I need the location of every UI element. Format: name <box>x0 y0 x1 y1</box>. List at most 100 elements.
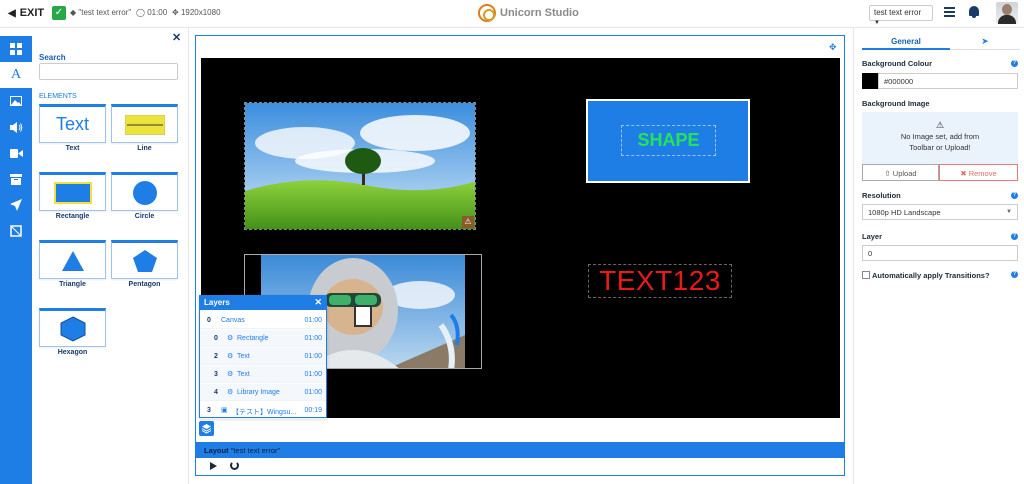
bg-colour-swatch[interactable] <box>862 73 878 89</box>
circle-shape-icon <box>132 180 157 205</box>
rail-crop[interactable] <box>0 218 32 244</box>
text-element-content: TEXT123 <box>599 265 721 296</box>
layers-panel: Layers ✕ 0 Canvas 01:00 0 ⚙ Rectangle 01… <box>199 295 327 419</box>
hexagon-shape-icon <box>60 315 85 342</box>
element-text[interactable]: Text <box>39 104 106 143</box>
text-icon: A <box>10 67 22 82</box>
avatar[interactable] <box>996 2 1018 24</box>
rail-send[interactable] <box>0 192 32 218</box>
layer-input[interactable]: 0 <box>862 245 1018 261</box>
remove-button[interactable]: ✖ Remove <box>939 164 1018 181</box>
menu-icon[interactable] <box>944 7 955 17</box>
layer-row[interactable]: 3 ▣ 【テスト】Wingsu... 00:19 <box>200 402 326 419</box>
rail-video[interactable] <box>0 140 32 166</box>
help-icon[interactable]: ? <box>1011 233 1018 240</box>
element-triangle-label: Triangle <box>59 281 86 288</box>
element-triangle[interactable] <box>39 240 106 279</box>
layer-label: Layer <box>862 232 883 241</box>
close-icon[interactable]: ✕ <box>314 297 322 308</box>
help-icon[interactable]: ? <box>1011 271 1018 278</box>
element-hexagon[interactable] <box>39 308 106 347</box>
reset-icon[interactable] <box>230 461 239 470</box>
rail-text[interactable]: A <box>0 62 32 88</box>
element-text-label: Text <box>65 145 80 152</box>
properties-panel: General ➤ Background Colour ? #000000 Ba… <box>853 28 1024 484</box>
element-circle[interactable] <box>111 172 178 211</box>
close-icon[interactable]: ✕ <box>172 31 181 44</box>
layout-icon <box>10 43 22 55</box>
transitions-label: Automatically apply Transitions? <box>872 271 990 280</box>
close-icon: ✖ <box>960 169 967 178</box>
triangle-shape-icon <box>61 250 84 271</box>
bg-image-message-line1: No Image set, add from <box>900 132 980 141</box>
move-icon: ✥ <box>172 8 179 17</box>
element-hexagon-label: Hexagon <box>57 349 88 356</box>
bg-colour-label: Background Colour <box>862 59 933 68</box>
gear-icon: ⚙ <box>227 371 234 378</box>
exit-button[interactable]: ◀ EXIT <box>8 7 44 19</box>
layout-name: ◆ "test text error" <box>70 8 132 17</box>
shape-text-box[interactable]: SHAPE <box>621 125 716 156</box>
warning-icon[interactable]: ⚠ <box>462 216 474 228</box>
element-line-label: Line <box>137 145 152 152</box>
tag-icon: ◆ <box>70 8 77 17</box>
help-icon[interactable]: ? <box>1011 60 1018 67</box>
resolution-select[interactable]: 1080p HD Landscape ▼ <box>862 204 1018 220</box>
video-file-icon: ▣ <box>221 407 228 414</box>
rail-library[interactable] <box>0 166 32 192</box>
play-icon[interactable] <box>210 462 217 470</box>
image-icon <box>10 96 22 106</box>
gear-icon: ⚙ <box>227 389 234 396</box>
upload-icon: ⇧ <box>884 169 891 178</box>
search-label: Search <box>39 53 66 62</box>
tab-general[interactable]: General <box>862 33 950 50</box>
layer-row[interactable]: 3 ⚙ Text 01:00 <box>200 366 326 383</box>
layer-row[interactable]: 0 ⚙ Rectangle 01:00 <box>200 330 326 347</box>
help-icon[interactable]: ? <box>1011 192 1018 199</box>
rail-audio[interactable] <box>0 114 32 140</box>
layout-resolution: ✥ 1920x1080 <box>172 8 221 17</box>
layout-bar-prefix: Layout <box>204 446 229 455</box>
upload-button[interactable]: ⇧ Upload <box>862 164 939 181</box>
tool-rail: A <box>0 36 32 484</box>
layer-row[interactable]: 4 ⚙ Library Image 01:00 <box>200 384 326 401</box>
move-icon[interactable]: ✥ <box>829 42 837 53</box>
rail-image[interactable] <box>0 88 32 114</box>
rail-layout[interactable] <box>0 36 32 62</box>
layout-bar-name: "test text error" <box>230 446 281 455</box>
tab-send[interactable]: ➤ <box>950 33 1020 50</box>
bell-icon[interactable] <box>969 6 979 18</box>
bg-image-dropzone[interactable]: ⚠ No Image set, add from Toolbar or Uplo… <box>862 112 1018 164</box>
element-pentagon-label: Pentagon <box>128 281 161 288</box>
canvas-text-element[interactable]: TEXT123 <box>588 264 732 298</box>
toolbox-panel: ✕ Search ELEMENTS Text Text Line Rectang… <box>32 28 189 484</box>
element-line[interactable] <box>111 104 178 143</box>
layers-title: Layers <box>204 298 230 307</box>
caret-down-icon: ▼ <box>1006 209 1012 215</box>
layout-duration: ◯ 01:00 <box>136 8 168 17</box>
search-input[interactable] <box>39 63 178 80</box>
canvas-image-element[interactable]: ⚠ <box>244 102 476 230</box>
warning-icon: ⚠ <box>935 120 945 130</box>
pentagon-shape-icon <box>132 249 157 272</box>
layer-row[interactable]: 0 Canvas 01:00 <box>200 312 326 329</box>
landscape-image <box>245 103 475 229</box>
canvas-shape-element[interactable]: SHAPE <box>586 99 750 183</box>
bg-image-message-line2: Toolbar or Upload! <box>909 143 971 152</box>
resolution-label: Resolution <box>862 191 901 200</box>
layer-row[interactable]: 2 ⚙ Text 01:00 <box>200 348 326 365</box>
element-rectangle[interactable] <box>39 172 106 211</box>
layout-select[interactable]: test text error ▼ <box>869 5 933 26</box>
check-icon: ✓ <box>52 6 66 20</box>
layout-info-bar: Layout "test text error" <box>195 442 845 458</box>
layers-toggle-button[interactable] <box>199 421 214 436</box>
clock-icon: ◯ <box>136 8 145 17</box>
bg-colour-input[interactable]: #000000 <box>878 73 1018 89</box>
element-pentagon[interactable] <box>111 240 178 279</box>
caret-down-icon: ▼ <box>874 20 880 26</box>
transitions-checkbox[interactable] <box>862 271 870 279</box>
crop-icon <box>10 225 22 237</box>
gear-icon: ⚙ <box>227 335 234 342</box>
video-file-icon <box>354 305 372 327</box>
element-circle-label: Circle <box>134 213 155 220</box>
